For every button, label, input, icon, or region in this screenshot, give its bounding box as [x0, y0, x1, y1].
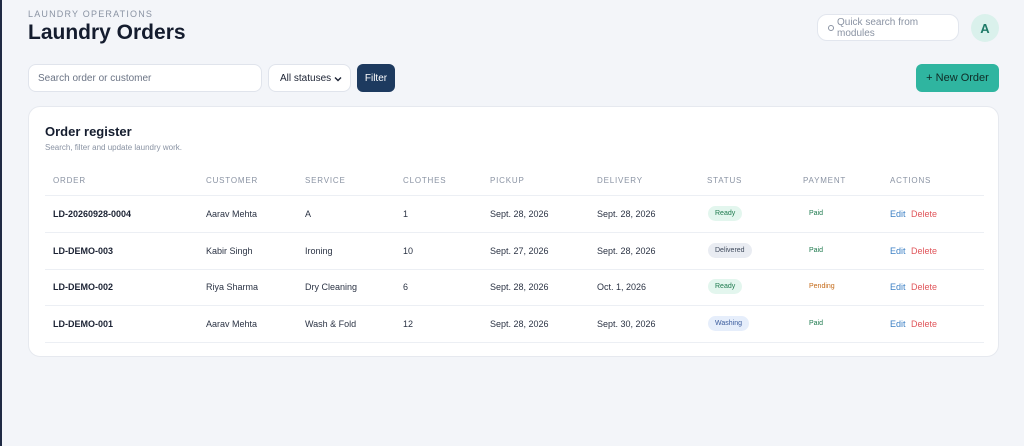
window-edge	[0, 0, 2, 446]
row-divider	[45, 342, 984, 343]
page-title: Laundry Orders	[28, 21, 186, 44]
order-id-cell[interactable]: LD-DEMO-003	[53, 246, 113, 256]
payment-status: Paid	[809, 210, 824, 217]
delete-link[interactable]: Delete	[911, 246, 937, 256]
service-cell: A	[305, 209, 312, 219]
status-badge: Washing	[708, 316, 749, 331]
row-divider	[45, 269, 984, 270]
delete-link[interactable]: Delete	[911, 209, 937, 219]
customer-cell: Riya Sharma	[206, 282, 259, 292]
quick-search-placeholder: Quick search from modules	[836, 16, 919, 39]
column-header-service[interactable]: SERVICE	[305, 176, 346, 185]
clothes-cell: 12	[403, 319, 414, 329]
edit-link[interactable]: Edit	[890, 209, 906, 219]
section-eyebrow: LAUNDRY OPERATIONS	[28, 9, 154, 19]
order-id-cell[interactable]: LD-20260928-0004	[53, 209, 131, 219]
pickup-cell: Sept. 28, 2026	[490, 282, 549, 292]
status-badge: Ready	[708, 279, 743, 294]
column-header-status[interactable]: STATUS	[707, 176, 742, 185]
delete-link[interactable]: Delete	[911, 319, 937, 329]
service-cell: Wash & Fold	[305, 319, 357, 329]
header-divider	[45, 195, 984, 196]
column-header-payment[interactable]: PAYMENT	[803, 176, 846, 185]
payment-status: Paid	[809, 247, 824, 254]
order-id-cell[interactable]: LD-DEMO-002	[53, 282, 113, 292]
clothes-cell: 1	[403, 209, 409, 219]
new-order-button[interactable]: + New Order	[916, 64, 999, 92]
clothes-cell: 10	[403, 246, 414, 256]
search-input[interactable]	[28, 64, 262, 92]
row-divider	[45, 232, 984, 233]
card-subtitle: Search, filter and update laundry work.	[45, 143, 182, 152]
search-icon	[828, 24, 834, 31]
edit-link[interactable]: Edit	[890, 246, 906, 256]
payment-status: Pending	[809, 283, 835, 290]
clothes-cell: 6	[403, 282, 409, 292]
column-header-delivery[interactable]: DELIVERY	[597, 176, 643, 185]
chevron-down-icon	[334, 77, 342, 82]
pickup-cell: Sept. 27, 2026	[490, 246, 549, 256]
edit-link[interactable]: Edit	[890, 319, 906, 329]
delivery-cell: Sept. 28, 2026	[597, 246, 656, 256]
order-id-cell[interactable]: LD-DEMO-001	[53, 319, 113, 329]
avatar[interactable]: A	[971, 14, 999, 42]
filter-button[interactable]: Filter	[357, 64, 395, 92]
delete-link[interactable]: Delete	[911, 282, 937, 292]
column-header-pickup[interactable]: PICKUP	[490, 176, 525, 185]
card-title: Order register	[45, 124, 132, 139]
column-header-actions: ACTIONS	[890, 176, 932, 185]
customer-cell: Kabir Singh	[206, 246, 253, 256]
delivery-cell: Sept. 30, 2026	[597, 319, 656, 329]
quick-search-box[interactable]: Quick search from modules	[817, 14, 959, 41]
delivery-cell: Sept. 28, 2026	[597, 209, 656, 219]
status-badge: Delivered	[708, 243, 752, 258]
column-header-customer[interactable]: CUSTOMER	[206, 176, 258, 185]
status-filter-value: All statuses	[280, 72, 332, 84]
status-filter-select[interactable]: All statuses	[268, 64, 351, 92]
column-header-clothes[interactable]: CLOTHES	[403, 176, 446, 185]
pickup-cell: Sept. 28, 2026	[490, 209, 549, 219]
status-badge: Ready	[708, 206, 743, 221]
customer-cell: Aarav Mehta	[206, 209, 258, 219]
edit-link[interactable]: Edit	[890, 282, 906, 292]
service-cell: Dry Cleaning	[305, 282, 358, 292]
customer-cell: Aarav Mehta	[206, 319, 258, 329]
column-header-order[interactable]: ORDER	[53, 176, 86, 185]
payment-status: Paid	[809, 320, 824, 327]
delivery-cell: Oct. 1, 2026	[597, 282, 647, 292]
service-cell: Ironing	[305, 246, 333, 256]
pickup-cell: Sept. 28, 2026	[490, 319, 549, 329]
order-register-card: Order register Search, filter and update…	[28, 106, 999, 357]
row-divider	[45, 305, 984, 306]
